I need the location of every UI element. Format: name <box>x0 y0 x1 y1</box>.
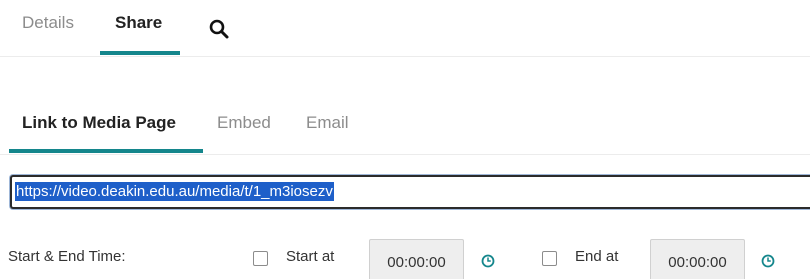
media-link-url: https://video.deakin.edu.au/media/t/1_m3… <box>15 182 334 201</box>
end-at-label: End at <box>575 248 619 265</box>
tab-link-to-media-page[interactable]: Link to Media Page <box>22 113 176 133</box>
end-time-input[interactable]: 00:00:00 <box>650 239 745 279</box>
active-tab-indicator <box>100 51 180 55</box>
start-time-input[interactable]: 00:00:00 <box>369 239 464 279</box>
active-share-tab-indicator <box>9 149 203 153</box>
start-end-time-label: Start & End Time: <box>8 248 126 265</box>
clock-icon <box>481 254 495 268</box>
end-at-checkbox[interactable] <box>542 251 557 266</box>
tab-embed[interactable]: Embed <box>217 113 271 133</box>
tab-details[interactable]: Details <box>22 13 74 33</box>
tab-share[interactable]: Share <box>115 13 162 33</box>
start-at-checkbox[interactable] <box>253 251 268 266</box>
start-at-label: Start at <box>286 248 335 265</box>
search-icon[interactable] <box>208 18 230 40</box>
clock-icon <box>761 254 775 268</box>
share-tab-bar: Link to Media Page Embed Email <box>0 98 810 155</box>
share-panel: Details Share Link to Media Page Embed E… <box>0 0 810 279</box>
media-link-field[interactable]: https://video.deakin.edu.au/media/t/1_m3… <box>10 175 810 209</box>
top-tab-bar: Details Share <box>0 0 810 57</box>
tab-email[interactable]: Email <box>306 113 349 133</box>
